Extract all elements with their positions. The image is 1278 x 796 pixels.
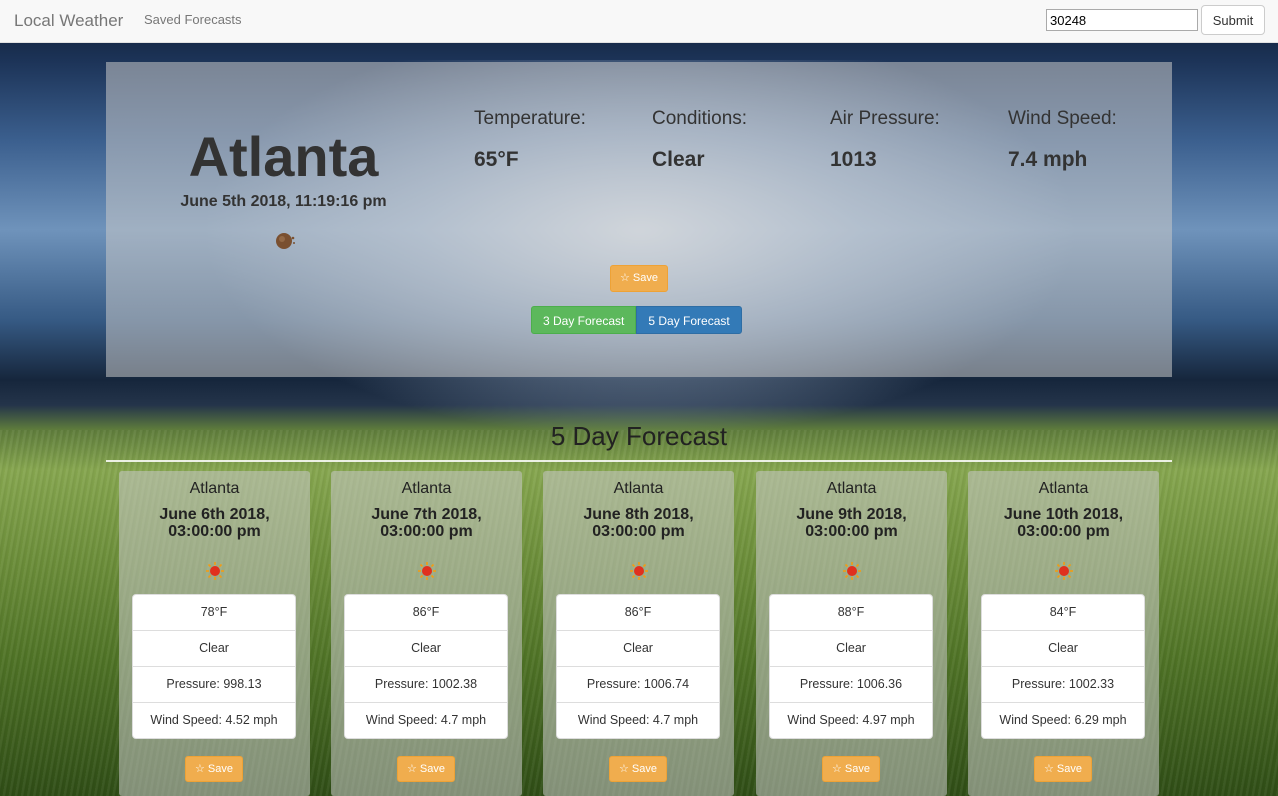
forecast-pressure: Pressure: 1006.74 [557,666,719,702]
forecast-details-list: 86°F Clear Pressure: 1006.74 Wind Speed:… [556,594,720,739]
submit-button[interactable]: Submit [1201,5,1265,35]
forecast-conditions: Clear [770,630,932,666]
forecast-date: June 6th 2018, 03:00:00 pm [119,506,310,540]
navbar: Local Weather Saved Forecasts Submit [0,0,1278,43]
save-forecast-button[interactable]: ☆ Save [1034,756,1092,782]
forecast-city: Atlanta [401,480,452,497]
forecast-city: Atlanta [1038,480,1089,497]
forecast-card: Atlanta June 8th 2018, 03:00:00 pm 86°F … [543,471,734,796]
sun-icon [206,562,224,580]
saved-forecasts-link[interactable]: Saved Forecasts [144,12,242,27]
save-forecast-button[interactable]: ☆ Save [822,756,880,782]
forecast-pressure: Pressure: 1006.36 [770,666,932,702]
forecast-date-time: 03:00:00 pm [592,523,685,540]
forecast-pressure: Pressure: 998.13 [133,666,295,702]
conditions-stat: Conditions: Clear [652,108,812,172]
forecast-pressure: Pressure: 1002.38 [345,666,507,702]
forecast-city: Atlanta [826,480,877,497]
current-datetime: June 5th 2018, 11:19:16 pm [180,193,387,210]
save-forecast-button[interactable]: ☆ Save [185,756,243,782]
zip-input[interactable] [1046,9,1198,31]
wind-speed-label: Wind Speed: [1008,108,1117,129]
forecast-date-day: June 6th 2018, [159,506,270,523]
conditions-value: Clear [652,148,705,171]
forecast-divider [106,460,1172,462]
forecast-date: June 7th 2018, 03:00:00 pm [331,506,522,540]
forecast-conditions: Clear [982,630,1144,666]
forecast-wind: Wind Speed: 4.52 mph [133,702,295,738]
forecast-city: Atlanta [189,480,240,497]
air-pressure-label: Air Pressure: [830,108,940,129]
forecast-details-list: 88°F Clear Pressure: 1006.36 Wind Speed:… [769,594,933,739]
sun-icon [843,562,861,580]
forecast-temp: 84°F [1049,605,1077,619]
current-weather-panel: Atlanta June 5th 2018, 11:19:16 pm Tempe… [106,62,1172,377]
sun-icon [418,562,436,580]
forecast-card: Atlanta June 9th 2018, 03:00:00 pm 88°F … [756,471,947,796]
forecast-date-day: June 8th 2018, [583,506,694,523]
forecast-details-list: 84°F Clear Pressure: 1002.33 Wind Speed:… [981,594,1145,739]
forecast-city: Atlanta [613,480,664,497]
forecast-temp: 86°F [412,605,440,619]
forecast-date: June 10th 2018, 03:00:00 pm [968,506,1159,540]
temperature-value: 65°F [474,148,519,171]
forecast-pressure: Pressure: 1002.33 [982,666,1144,702]
three-day-forecast-button[interactable]: 3 Day Forecast [531,306,637,334]
conditions-label: Conditions: [652,108,748,129]
forecast-details-list: 86°F Clear Pressure: 1002.38 Wind Speed:… [344,594,508,739]
forecast-card: Atlanta June 7th 2018, 03:00:00 pm 86°F … [331,471,522,796]
forecast-temp: 88°F [837,605,865,619]
forecast-date-day: June 9th 2018, [796,506,907,523]
forecast-temp: 86°F [624,605,652,619]
forecast-date-day: June 7th 2018, [371,506,482,523]
forecast-conditions: Clear [557,630,719,666]
current-city: Atlanta [188,125,379,188]
forecast-date-time: 03:00:00 pm [168,523,261,540]
forecast-details-list: 78°F Clear Pressure: 998.13 Wind Speed: … [132,594,296,739]
temperature-stat: Temperature: 65°F [474,108,634,172]
save-forecast-button[interactable]: ☆ Save [397,756,455,782]
brand-link[interactable]: Local Weather [14,11,123,31]
forecast-wind: Wind Speed: 4.7 mph [345,702,507,738]
sun-icon [1055,562,1073,580]
forecast-wind: Wind Speed: 4.7 mph [557,702,719,738]
moon-icon [276,233,295,249]
forecast-card: Atlanta June 10th 2018, 03:00:00 pm 84°F… [968,471,1159,796]
forecast-conditions: Clear [133,630,295,666]
forecast-date: June 9th 2018, 03:00:00 pm [756,506,947,540]
forecast-wind: Wind Speed: 4.97 mph [770,702,932,738]
forecast-toggle-group: 3 Day Forecast 5 Day Forecast [531,306,742,334]
five-day-forecast-button[interactable]: 5 Day Forecast [636,306,742,334]
forecast-date: June 8th 2018, 03:00:00 pm [543,506,734,540]
forecast-temp: 78°F [200,605,228,619]
sun-icon [630,562,648,580]
temperature-label: Temperature: [474,108,586,129]
save-current-button[interactable]: ☆ Save [610,265,668,292]
forecast-date-time: 03:00:00 pm [1017,523,1110,540]
forecast-wind: Wind Speed: 6.29 mph [982,702,1144,738]
wind-speed-stat: Wind Speed: 7.4 mph [1008,108,1168,172]
save-forecast-button[interactable]: ☆ Save [609,756,667,782]
forecast-card: Atlanta June 6th 2018, 03:00:00 pm 78°F … [119,471,310,796]
forecast-date-day: June 10th 2018, [1003,506,1124,523]
forecast-date-time: 03:00:00 pm [380,523,473,540]
air-pressure-value: 1013 [830,148,877,171]
forecast-title: 5 Day Forecast [550,421,728,451]
air-pressure-stat: Air Pressure: 1013 [830,108,990,172]
forecast-conditions: Clear [345,630,507,666]
wind-speed-value: 7.4 mph [1008,148,1088,171]
forecast-date-time: 03:00:00 pm [805,523,898,540]
